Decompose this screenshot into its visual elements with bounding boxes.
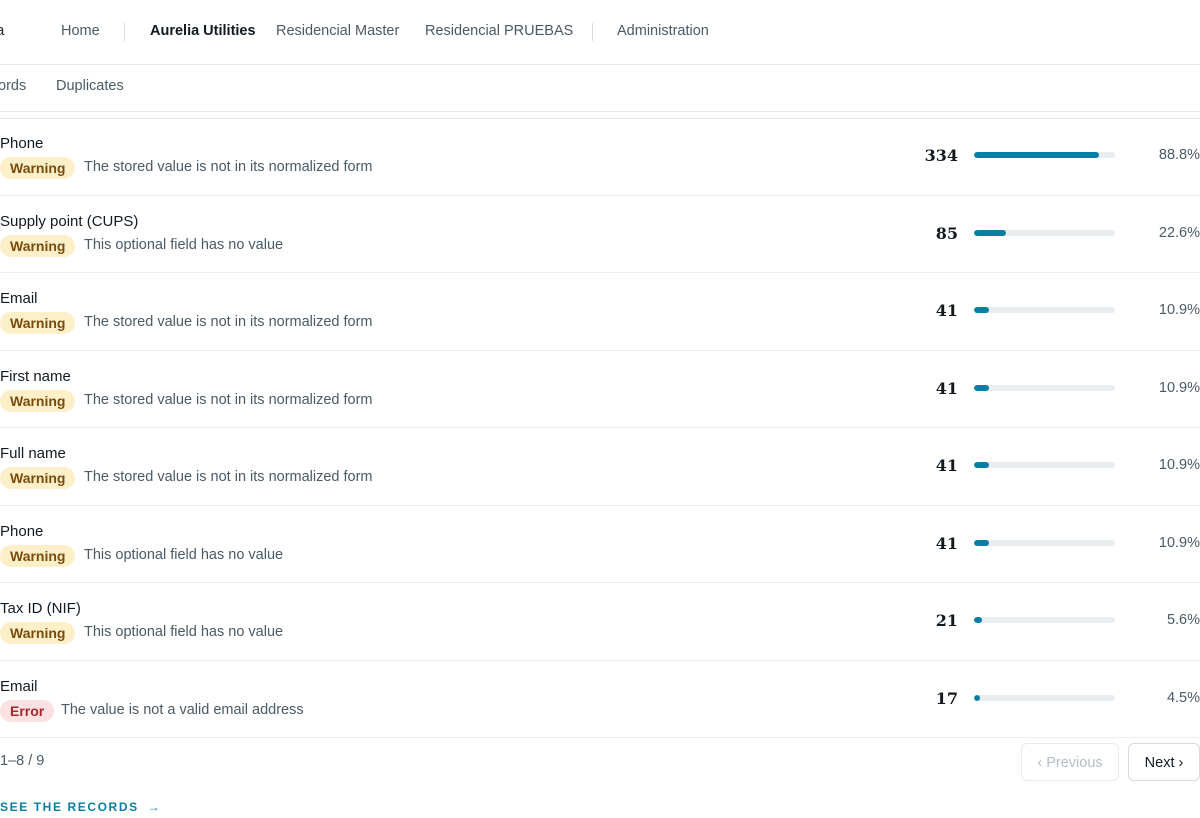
share-bar-fill [974, 539, 990, 546]
issue-count: 334 [924, 146, 958, 165]
issue-count: 41 [935, 533, 958, 553]
issue-row[interactable]: Email Error The value is not a valid ema… [0, 661, 1200, 738]
issue-percent: 4.5% [1166, 689, 1200, 706]
issue-message: This optional field has no value [84, 546, 284, 563]
issues-list: Phone Warning The stored value is not in… [0, 118, 1200, 738]
severity-badge: Warning [0, 467, 76, 489]
issue-row[interactable]: Supply point (CUPS) Warning This optiona… [0, 196, 1200, 273]
issue-count: 41 [935, 301, 958, 320]
share-bar [974, 307, 1115, 313]
field-name: Phone [0, 135, 44, 152]
share-bar-fill [974, 617, 982, 623]
issue-row[interactable]: Full name Warning The stored value is no… [0, 428, 1200, 506]
severity-badge: Warning [0, 157, 76, 179]
subnav-item-records[interactable]: ords [0, 78, 26, 94]
field-name: Phone [0, 522, 44, 540]
issue-row[interactable]: Email Warning The stored value is not in… [0, 273, 1200, 351]
share-bar-fill [974, 384, 990, 391]
share-bar-fill [974, 694, 981, 701]
issue-message: The stored value is not in its normalize… [84, 314, 373, 330]
issue-count: 41 [935, 456, 958, 475]
severity-badge: Warning [0, 622, 76, 644]
issue-percent: 5.6% [1166, 612, 1200, 628]
issue-row[interactable]: Phone Warning The stored value is not in… [0, 118, 1200, 196]
issue-percent: 10.9% [1158, 302, 1200, 318]
share-bar [974, 462, 1115, 468]
field-name: First name [0, 367, 71, 385]
nav-divider [124, 23, 125, 41]
issue-count: 41 [935, 378, 958, 398]
issue-message: This optional field has no value [84, 236, 284, 253]
issue-message: The stored value is not in its normalize… [84, 159, 373, 175]
issue-row[interactable]: Phone Warning This optional field has no… [0, 506, 1200, 583]
arrow-right-icon: → [147, 800, 160, 814]
issue-message: This optional field has no value [84, 624, 284, 640]
field-name: Email [0, 677, 38, 695]
severity-badge: Warning [0, 389, 76, 412]
issue-count: 21 [935, 611, 958, 630]
nav-item-residencial-pruebas[interactable]: Residencial PRUEBAS [425, 23, 573, 39]
share-bar [974, 152, 1115, 158]
nav-item-administration[interactable]: Administration [617, 23, 709, 39]
issue-count: 85 [935, 223, 958, 243]
issue-row[interactable]: Tax ID (NIF) Warning This optional field… [0, 583, 1200, 661]
issue-message: The stored value is not in its normalize… [84, 391, 373, 408]
share-bar [974, 694, 1115, 701]
severity-badge: Warning [0, 234, 76, 257]
sub-navigation: ords Duplicates [0, 65, 1200, 112]
issue-percent: 88.8% [1158, 147, 1200, 163]
subnav-item-duplicates[interactable]: Duplicates [56, 78, 124, 94]
field-name: Full name [0, 445, 66, 462]
share-bar-fill [974, 152, 1100, 158]
nav-divider [592, 23, 593, 41]
top-navigation: a Home Aurelia Utilities Residencial Mas… [0, 0, 1200, 65]
issue-message: The stored value is not in its normalize… [84, 469, 373, 485]
nav-item-home[interactable]: Home [61, 23, 100, 39]
share-bar [974, 617, 1115, 623]
share-bar-fill [974, 462, 990, 468]
share-bar-fill [974, 307, 990, 313]
share-bar [974, 384, 1115, 391]
logo-fragment: a [0, 22, 5, 39]
field-name: Tax ID (NIF) [0, 600, 81, 617]
issue-message: The value is not a valid email address [61, 701, 304, 718]
nav-item-aurelia-utilities[interactable]: Aurelia Utilities [150, 23, 256, 39]
issue-percent: 10.9% [1158, 534, 1200, 551]
severity-badge: Error [0, 699, 55, 722]
next-page-button[interactable]: Next › [1128, 743, 1200, 781]
severity-badge: Warning [0, 312, 76, 334]
nav-item-residencial-master[interactable]: Residencial Master [276, 23, 399, 39]
share-bar [974, 229, 1115, 236]
issue-percent: 10.9% [1158, 379, 1200, 396]
issue-count: 17 [935, 688, 958, 708]
issue-percent: 10.9% [1158, 457, 1200, 473]
issue-percent: 22.6% [1158, 224, 1200, 241]
field-name: Supply point (CUPS) [0, 212, 139, 230]
see-records-label: SEE THE RECORDS [0, 800, 139, 814]
see-records-link[interactable]: SEE THE RECORDS → [0, 800, 160, 814]
field-name: Email [0, 290, 38, 307]
issue-row[interactable]: First name Warning The stored value is n… [0, 351, 1200, 428]
pagination-range: 1–8 / 9 [0, 753, 45, 769]
share-bar [974, 539, 1115, 546]
share-bar-fill [974, 229, 1006, 236]
severity-badge: Warning [0, 544, 76, 567]
previous-page-button[interactable]: ‹ Previous [1021, 743, 1119, 781]
